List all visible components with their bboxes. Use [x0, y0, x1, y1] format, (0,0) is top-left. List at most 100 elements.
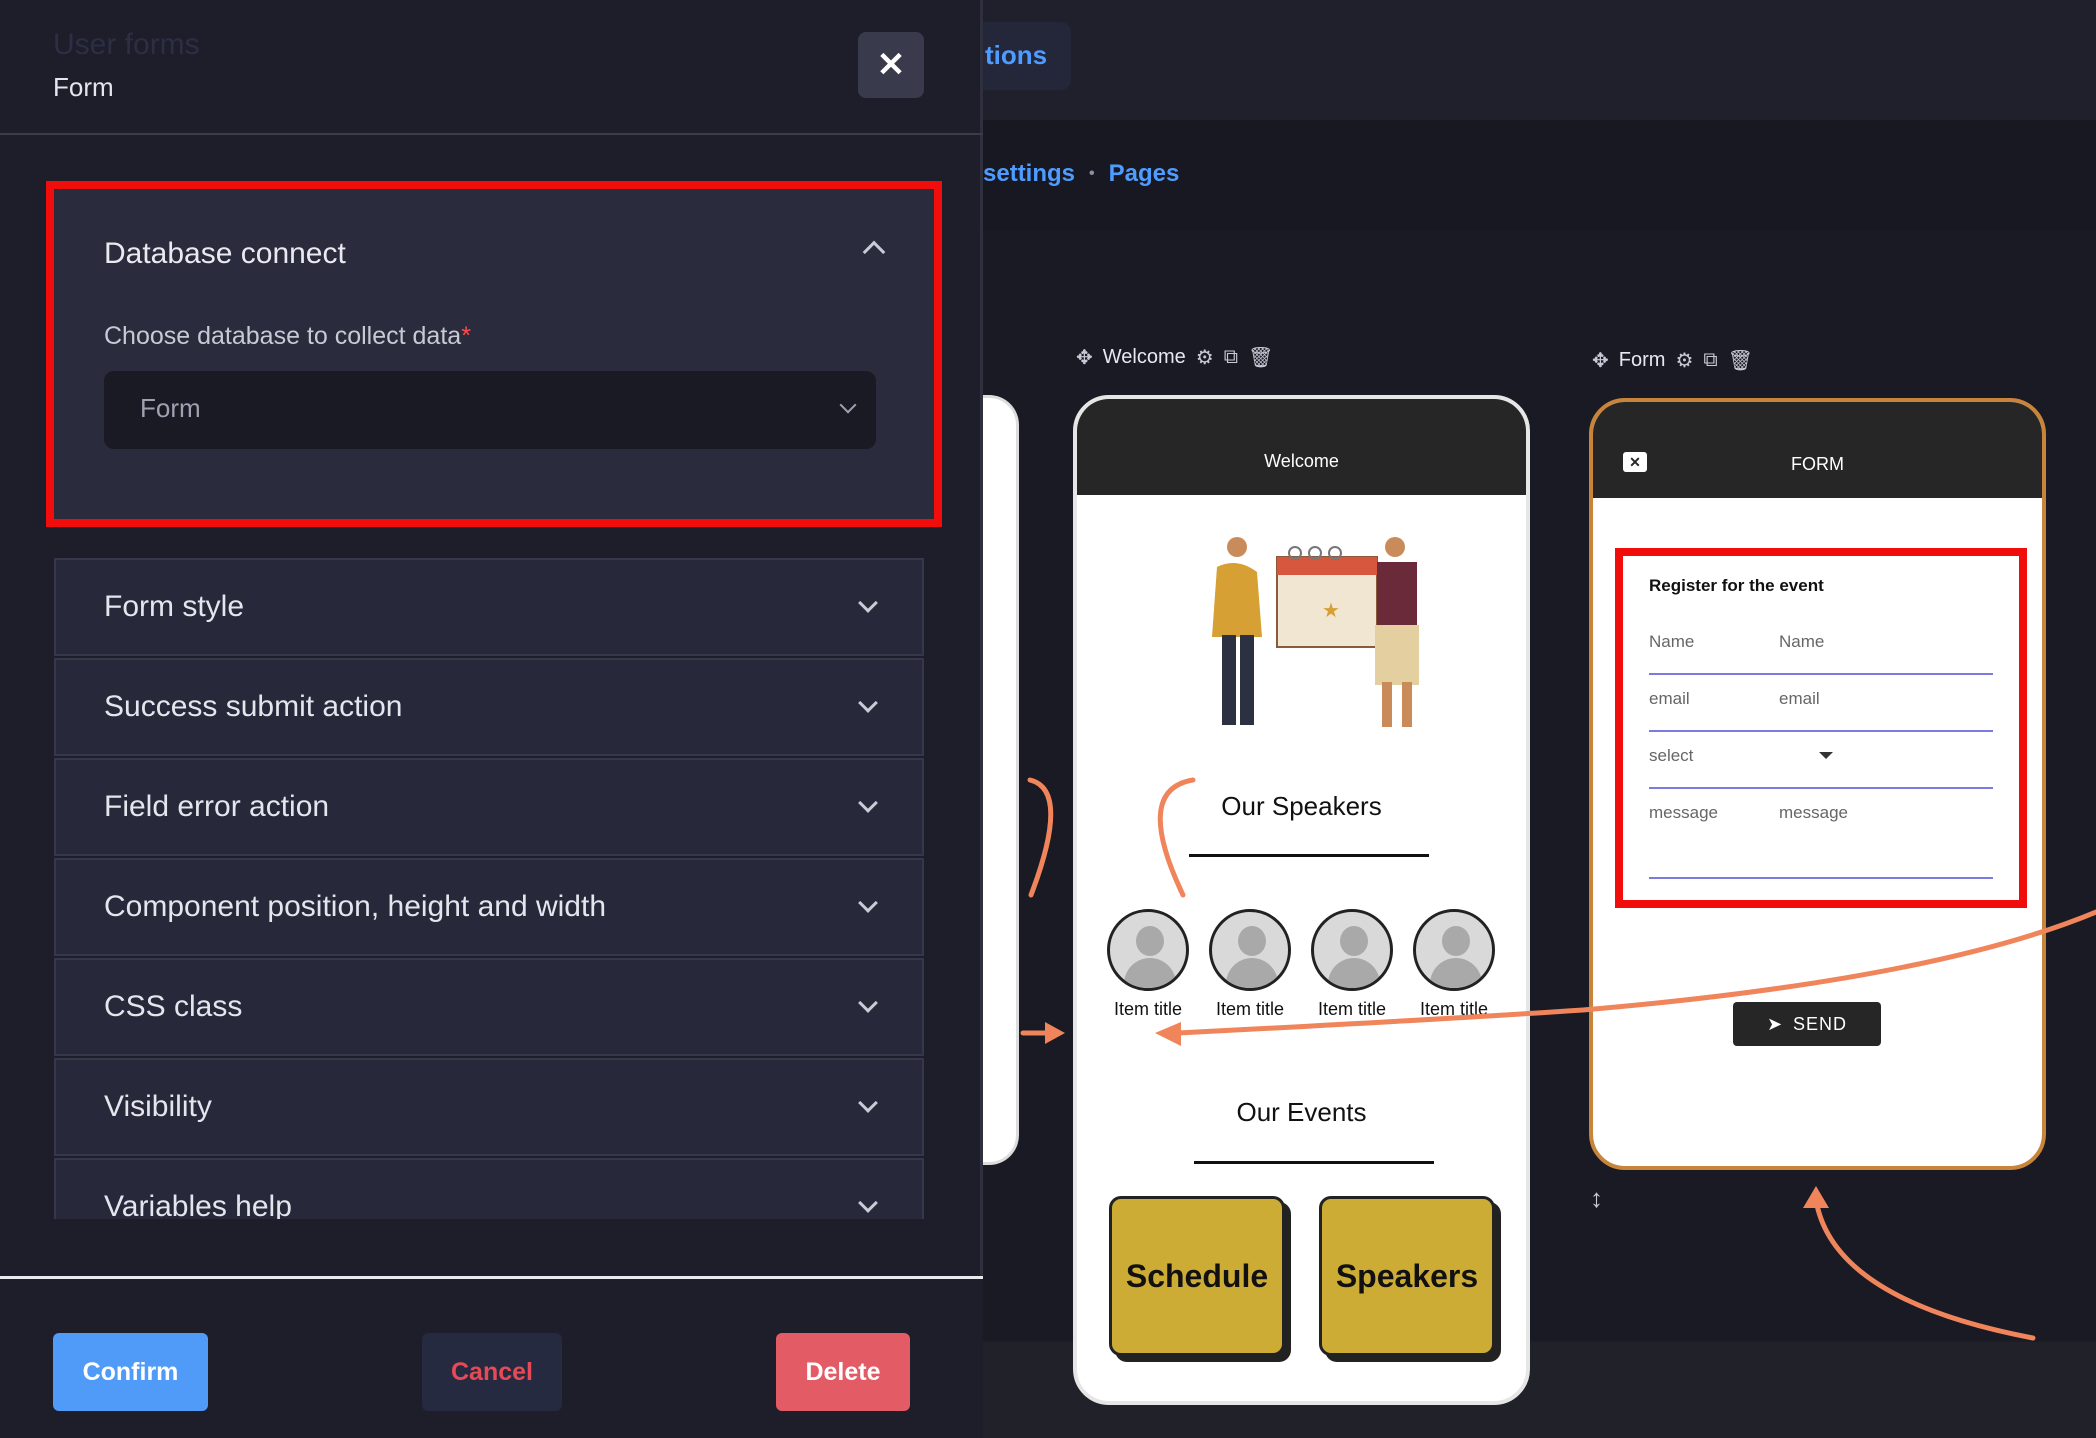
field-label: select [1649, 746, 1694, 765]
registration-form-highlight[interactable]: Register for the event Name Name email e… [1615, 548, 2027, 908]
trash-icon[interactable]: 🗑 [1248, 345, 1273, 370]
chevron-down-icon [858, 1093, 878, 1113]
accordion-title: Success submit action [104, 690, 403, 723]
accordion-visibility[interactable]: Visibility [54, 1058, 924, 1156]
cancel-button[interactable]: Cancel [422, 1333, 562, 1411]
confirm-button[interactable]: Confirm [53, 1333, 208, 1411]
chevron-down-icon [858, 693, 878, 713]
breadcrumb-pages[interactable]: Pages [1109, 160, 1180, 188]
accordion-title: Visibility [104, 1090, 212, 1123]
accordion-title: Form style [104, 590, 245, 623]
copy-icon[interactable]: ⧉ [1224, 346, 1238, 369]
field-placeholder: Name [1779, 632, 1825, 651]
field-label: email [1649, 689, 1690, 708]
backspace-icon[interactable]: ✕ [1623, 452, 1647, 472]
schedule-card[interactable]: Schedule [1109, 1196, 1285, 1356]
accordion-component-position[interactable]: Component position, height and width [54, 858, 924, 956]
form-title: Register for the event [1649, 576, 1824, 595]
svg-text:★: ★ [1322, 600, 1340, 622]
avatar [1107, 909, 1189, 991]
speakers-divider [1189, 854, 1429, 857]
accordion-field-error-action[interactable]: Field error action [54, 758, 924, 856]
speaker-item[interactable]: Item title [1311, 909, 1393, 1020]
speaker-list: Item title Item title Item title Item ti… [1107, 909, 1495, 1020]
accordion-title: Variables help [104, 1190, 292, 1219]
breadcrumb-settings[interactable]: settings [983, 160, 1075, 188]
speaker-item-title: Item title [1113, 999, 1183, 1019]
required-mark: * [461, 322, 471, 350]
close-icon: ✕ [876, 46, 906, 84]
breadcrumb: settings • Pages [983, 160, 1179, 188]
top-tab-label: tions [985, 40, 1048, 70]
send-label: SEND [1793, 1013, 1848, 1034]
modal-title: User forms [53, 28, 200, 61]
caret-down-icon [1819, 752, 1833, 759]
chevron-down-icon [858, 1193, 878, 1213]
form-screen-label: ✥ Form ⚙ ⧉ 🗑 [1592, 348, 1753, 373]
resize-icon[interactable]: ↕ [1590, 1183, 1603, 1214]
chevron-down-icon [858, 793, 878, 813]
trash-icon[interactable]: 🗑 [1728, 348, 1753, 373]
welcome-screen-preview[interactable]: Welcome ★ Our Speakers Item title Item t… [1073, 395, 1530, 1405]
avatar [1413, 909, 1495, 991]
move-icon[interactable]: ✥ [1076, 345, 1093, 370]
speaker-item[interactable]: Item title [1107, 909, 1189, 1020]
avatar [1209, 909, 1291, 991]
previous-screen-preview[interactable] [983, 395, 1019, 1165]
accordion-title: CSS class [104, 990, 243, 1023]
copy-icon[interactable]: ⧉ [1703, 349, 1717, 372]
close-button[interactable]: ✕ [858, 32, 924, 98]
accordion-variables-help[interactable]: Variables help [54, 1158, 924, 1219]
accordion-success-submit-action[interactable]: Success submit action [54, 658, 924, 756]
settings-icon[interactable]: ⚙ [1675, 348, 1693, 373]
accordion-title: Component position, height and width [104, 890, 607, 923]
speaker-item[interactable]: Item title [1209, 909, 1291, 1020]
breadcrumb-separator: • [1089, 165, 1095, 182]
speaker-item-title: Item title [1317, 999, 1387, 1019]
chevron-down-icon [858, 993, 878, 1013]
database-select-value: Form [140, 393, 201, 423]
events-title: Our Events [1236, 1097, 1367, 1127]
accordion-title: Field error action [104, 790, 330, 823]
modal-header: User forms Form ✕ [0, 0, 983, 135]
message-field[interactable]: message message [1649, 789, 1993, 879]
modal-subtitle: Form [53, 72, 114, 102]
speaker-item-title: Item title [1215, 999, 1285, 1019]
chevron-down-icon [839, 396, 857, 414]
top-tab[interactable]: tions [983, 22, 1071, 90]
chevron-down-icon [858, 593, 878, 613]
speakers-card[interactable]: Speakers [1319, 1196, 1495, 1356]
send-icon: ➤ [1766, 1013, 1784, 1034]
speaker-item-title: Item title [1419, 999, 1489, 1019]
modal-body[interactable]: Database connect Choose database to coll… [0, 137, 983, 1219]
chevron-up-icon[interactable] [862, 240, 886, 264]
accordion-form-style[interactable]: Form style [54, 558, 924, 656]
form-screen-name: Form [1618, 349, 1666, 371]
avatar [1311, 909, 1393, 991]
form-screen-preview[interactable]: FORM ✕ Register for the event Name Name … [1589, 398, 2046, 1170]
settings-icon[interactable]: ⚙ [1196, 345, 1214, 370]
email-field[interactable]: email email [1649, 675, 1993, 732]
database-field-label: Choose database to collect data* [104, 322, 471, 351]
welcome-header: Welcome [1077, 399, 1526, 495]
select-field[interactable]: select [1649, 732, 1993, 789]
field-label: message [1649, 803, 1718, 822]
people-illustration: ★ [1212, 537, 1419, 727]
modal-footer: Confirm Cancel Delete [0, 1276, 983, 1438]
form-header: FORM [1593, 402, 2042, 498]
delete-button[interactable]: Delete [776, 1333, 910, 1411]
database-select[interactable]: Form [104, 371, 876, 449]
database-connect-title[interactable]: Database connect [104, 237, 346, 271]
field-label: Name [1649, 632, 1695, 651]
database-field-label-text: Choose database to collect data [104, 322, 462, 350]
app-root: tions settings • Pages ✥ Welcome ⚙ ⧉ 🗑 ✥… [0, 0, 2096, 1438]
send-button[interactable]: ➤ SEND [1733, 1002, 1881, 1046]
top-bar: tions [983, 0, 2096, 120]
move-icon[interactable]: ✥ [1592, 348, 1609, 373]
name-field[interactable]: Name Name [1649, 618, 1993, 675]
accordion-css-class[interactable]: CSS class [54, 958, 924, 1056]
form-settings-modal: User forms Form ✕ Database connect Choos… [0, 0, 983, 1438]
speaker-item[interactable]: Item title [1413, 909, 1495, 1020]
field-placeholder: email [1779, 689, 1820, 708]
welcome-screen-label: ✥ Welcome ⚙ ⧉ 🗑 [1076, 345, 1273, 370]
